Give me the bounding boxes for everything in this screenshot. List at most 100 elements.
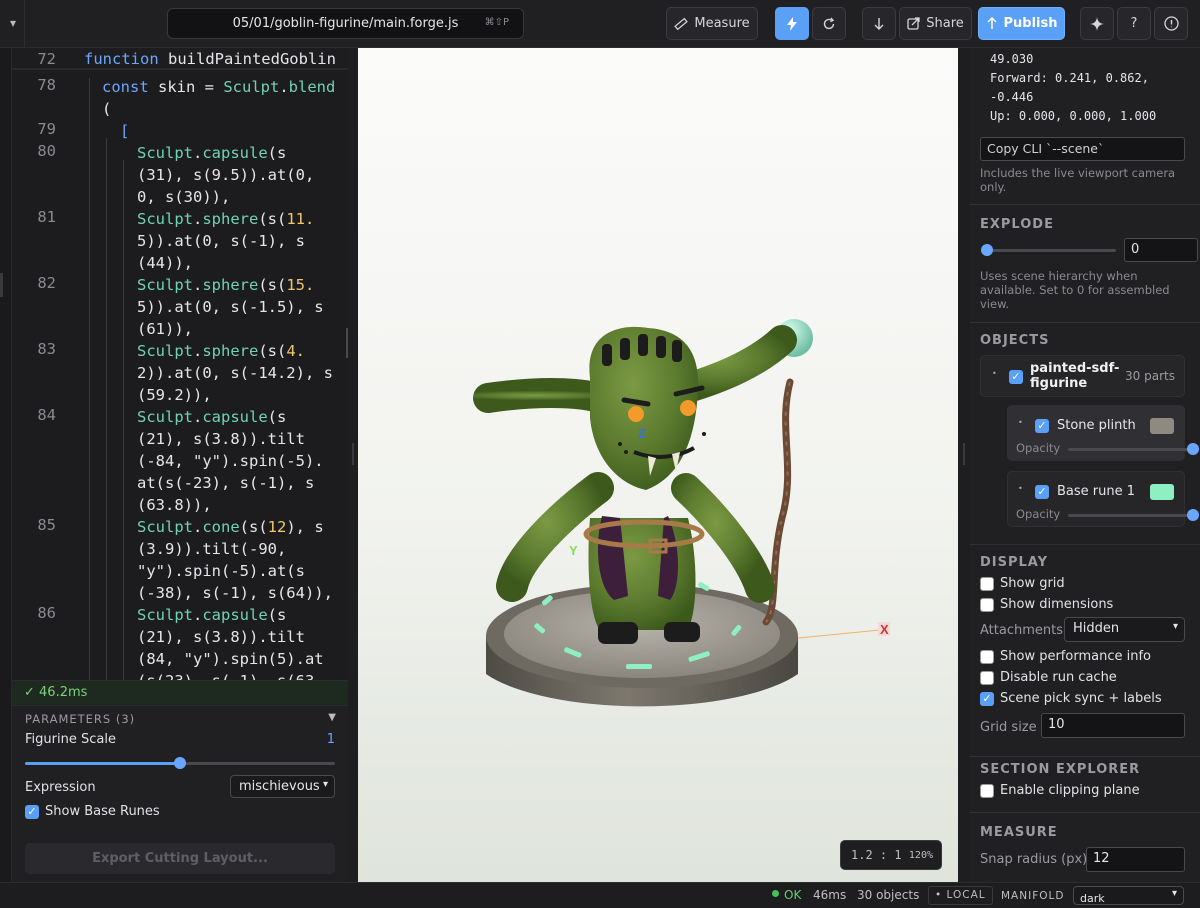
refresh-button[interactable] <box>812 7 846 40</box>
expand-dot-icon[interactable]: • <box>1018 418 1023 427</box>
line-number: 79 <box>37 120 56 138</box>
function-name: buildPaintedGoblin <box>158 50 336 68</box>
clipping-plane-label: Enable clipping plane <box>1000 783 1140 798</box>
stone-plinth-swatch[interactable] <box>1150 418 1174 434</box>
measure-button[interactable]: Measure <box>666 7 758 40</box>
theme-select[interactable]: dark ▾ <box>1073 886 1184 905</box>
explode-slider[interactable] <box>982 249 1116 252</box>
axis-z-label: Z <box>638 426 646 441</box>
export-cutting-layout-button[interactable]: Export Cutting Layout... <box>25 843 335 874</box>
show-base-runes-checkbox[interactable]: ✓ <box>25 805 39 819</box>
figurine-scale-label: Figurine Scale <box>25 732 116 747</box>
share-button[interactable]: Share <box>899 7 972 40</box>
indent-guide <box>89 78 90 680</box>
objects-header: OBJECTS <box>980 333 1050 348</box>
ai-assist-button[interactable] <box>1080 7 1114 40</box>
chevron-down-icon[interactable]: ▾ <box>4 14 22 32</box>
show-grid-checkbox[interactable] <box>980 577 994 591</box>
question-icon: ? <box>1130 16 1138 31</box>
explode-knob[interactable] <box>981 244 993 256</box>
root-visibility-checkbox[interactable]: ✓ <box>1009 370 1023 384</box>
bolt-icon <box>786 16 798 31</box>
grid-size-label: Grid size <box>980 720 1037 735</box>
status-engine: MANIFOLD <box>1001 890 1065 902</box>
scene-pick-sync-checkbox[interactable]: ✓ <box>980 692 994 706</box>
3d-viewport[interactable]: Z Y X <box>358 48 958 882</box>
publish-button[interactable]: Publish <box>978 7 1065 40</box>
explode-header: EXPLODE <box>980 217 1054 232</box>
left-foot <box>598 622 638 644</box>
download-button[interactable] <box>862 7 896 40</box>
line-number: 72 <box>37 50 56 68</box>
disable-run-cache-label: Disable run cache <box>1000 670 1117 685</box>
parameters-header[interactable]: PARAMETERS (3) <box>25 712 135 726</box>
right-foot <box>664 622 700 642</box>
ruler-icon <box>674 17 689 31</box>
base-rune-1-checkbox[interactable]: ✓ <box>1035 485 1049 499</box>
zoom-indicator[interactable]: 1.2 : 1 120% <box>840 840 942 870</box>
base-rune-1-swatch[interactable] <box>1150 484 1174 500</box>
base-rune-1-opacity-knob[interactable] <box>1187 509 1199 521</box>
measure-header: MEASURE <box>980 825 1058 840</box>
display-section: DISPLAY Show grid Show dimensions Attach… <box>970 544 1200 756</box>
zoom-ratio: 1.2 : 1 <box>851 848 902 862</box>
figurine-scale-knob[interactable] <box>174 757 186 769</box>
expression-select[interactable]: mischievous ▾ <box>230 775 335 798</box>
attachments-select[interactable]: Hidden ▾ <box>1064 617 1185 642</box>
opacity-label: Opacity <box>1016 441 1061 455</box>
axis-y-label: Y <box>569 543 578 558</box>
editor-viewport-splitter[interactable] <box>348 48 358 882</box>
display-header: DISPLAY <box>980 555 1049 570</box>
download-icon <box>873 17 885 31</box>
status-ok: OK <box>784 888 802 902</box>
expression-label: Expression <box>25 780 96 795</box>
gutter-marker <box>0 273 3 297</box>
explode-input[interactable]: 0 <box>1124 238 1198 262</box>
chevron-down-icon: ▾ <box>322 779 328 790</box>
status-time: 46ms <box>813 888 847 902</box>
camera-up: Up: 0.000, 0.000, 1.000 <box>990 109 1157 123</box>
zoom-percent: 120% <box>908 850 933 861</box>
info-button[interactable] <box>1154 7 1188 40</box>
viewport-panel-splitter[interactable] <box>958 48 970 882</box>
code-editor[interactable]: 72 function buildPaintedGoblin 78 const … <box>12 48 348 680</box>
inspector-panel: 49.030 Forward: 0.241, 0.862, -0.446 Up:… <box>970 48 1200 882</box>
status-objects: 30 objects <box>857 888 920 902</box>
stone-plinth-opacity-slider[interactable] <box>1068 448 1196 451</box>
collapse-triangle-icon[interactable]: ▼ <box>328 712 336 723</box>
disable-run-cache-checkbox[interactable] <box>980 671 994 685</box>
explode-note-2: available. Set to 0 for assembled <box>980 283 1170 297</box>
show-dimensions-label: Show dimensions <box>1000 597 1114 612</box>
show-performance-checkbox[interactable] <box>980 650 994 664</box>
left-eye <box>628 406 644 422</box>
splitter-grip <box>352 443 354 465</box>
copy-cli-scene-button[interactable]: Copy CLI `--scene` <box>980 137 1185 161</box>
object-row-base-rune-1[interactable]: • ✓ Base rune 1 Opacity <box>1007 471 1199 527</box>
parameters-panel: PARAMETERS (3) ▼ Figurine Scale 1 Expres… <box>12 705 348 882</box>
camera-line: 49.030 <box>990 52 1034 66</box>
status-local-badge[interactable]: • LOCAL <box>928 886 993 905</box>
expand-dot-icon[interactable]: • <box>992 369 997 378</box>
grid-size-input[interactable]: 10 <box>1041 713 1185 738</box>
objects-section: OBJECTS • ✓ painted-sdf-figurine 30 part… <box>970 322 1200 544</box>
stone-plinth-opacity-knob[interactable] <box>1187 443 1199 455</box>
expand-dot-icon[interactable]: • <box>1018 484 1023 493</box>
base-rune-1-opacity-slider[interactable] <box>1068 514 1196 517</box>
object-row-stone-plinth[interactable]: • ✓ Stone plinth Opacity <box>1007 405 1199 461</box>
fast-mode-button[interactable] <box>775 7 809 40</box>
line-number: 84 <box>37 406 56 424</box>
object-root-row[interactable]: • ✓ painted-sdf-figurine 30 parts <box>980 355 1185 397</box>
help-button[interactable]: ? <box>1117 7 1151 40</box>
refresh-icon <box>822 17 836 31</box>
file-path-bar[interactable]: 05/01/goblin-figurine/main.forge.js ⌘⇧P <box>167 8 524 39</box>
theme-value: dark <box>1080 892 1105 905</box>
snap-radius-input[interactable]: 12 <box>1086 847 1185 872</box>
show-dimensions-checkbox[interactable] <box>980 598 994 612</box>
toolbar-divider <box>24 0 25 48</box>
base-rune-1-name: Base rune 1 <box>1057 484 1136 499</box>
stone-plinth-checkbox[interactable]: ✓ <box>1035 419 1049 433</box>
measure-section: MEASURE Snap radius (px) 12 <box>970 812 1200 882</box>
clipping-plane-checkbox[interactable] <box>980 784 994 798</box>
root-part-count: 30 parts <box>1125 369 1175 383</box>
run-time-indicator: ✓ 46.2ms <box>12 680 348 705</box>
